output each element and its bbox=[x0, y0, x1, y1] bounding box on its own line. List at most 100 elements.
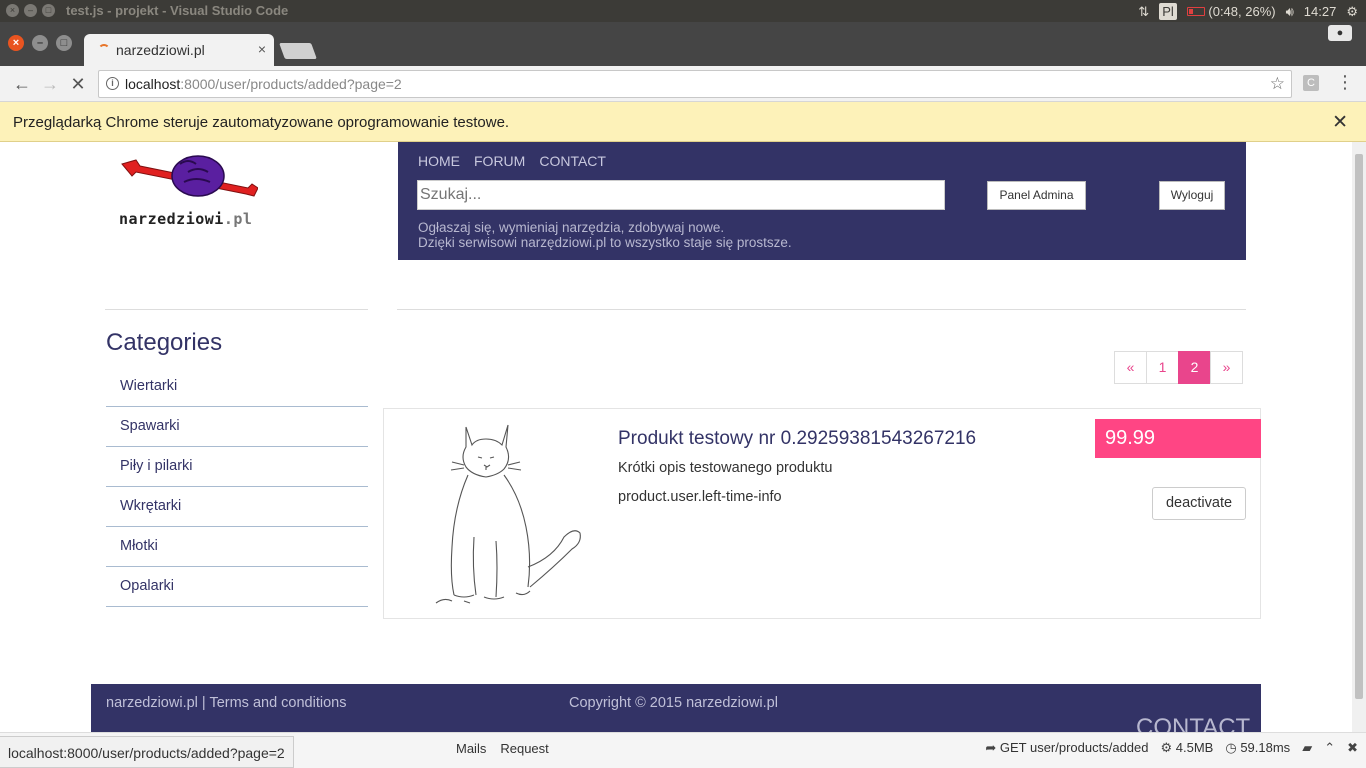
automation-infobar: Przeglądarką Chrome steruje zautomatyzow… bbox=[0, 102, 1366, 142]
extension-icon[interactable]: C bbox=[1303, 75, 1319, 91]
footer-copyright: Copyright © 2015 narzedziowi.pl bbox=[569, 695, 778, 711]
address-bar[interactable]: i localhost:8000/user/products/added?pag… bbox=[98, 70, 1292, 98]
product-time-info: product.user.left-time-info bbox=[618, 489, 782, 505]
browser-maximize-icon[interactable]: □ bbox=[56, 35, 72, 51]
scrollbar-thumb[interactable] bbox=[1355, 154, 1363, 699]
os-close-icon[interactable]: × bbox=[6, 4, 19, 17]
battery-text: (0:48, 26%) bbox=[1208, 4, 1276, 19]
url-host: localhost bbox=[125, 76, 181, 92]
site-logo[interactable]: narzedziowi.pl bbox=[118, 150, 259, 228]
network-icon[interactable]: ⇅ bbox=[1138, 4, 1149, 20]
status-bubble-url: localhost:8000/user/products/added?page=… bbox=[0, 736, 294, 768]
pagination-page-2[interactable]: 2 bbox=[1178, 351, 1211, 384]
site-footer: narzedziowi.pl | Terms and conditions Co… bbox=[91, 684, 1261, 732]
product-price: 99.99 bbox=[1095, 419, 1261, 458]
os-window-buttons: × – □ bbox=[6, 4, 55, 17]
route-info[interactable]: ➦ GET user/products/added bbox=[985, 740, 1148, 756]
stop-loading-icon[interactable]: ✕ bbox=[66, 72, 90, 96]
category-item-wiertarki[interactable]: Wiertarki bbox=[106, 367, 368, 407]
sidebar-divider bbox=[105, 309, 368, 310]
profile-icon[interactable]: ● bbox=[1328, 25, 1352, 41]
category-item-wkretarki[interactable]: Wkrętarki bbox=[106, 487, 368, 527]
category-item-pily[interactable]: Piły i pilarki bbox=[106, 447, 368, 487]
settings-gear-icon[interactable]: ⚙ bbox=[1346, 4, 1358, 20]
url-text[interactable]: localhost:8000/user/products/added?page=… bbox=[125, 76, 402, 92]
tagline-line-2: Dzięki serwisowi narzędziowi.pl to wszys… bbox=[418, 235, 792, 250]
new-tab-button[interactable] bbox=[279, 43, 317, 59]
url-path: :8000/user/products/added?page=2 bbox=[180, 76, 402, 92]
nav-contact-link[interactable]: CONTACT bbox=[539, 153, 606, 169]
debug-tab-mails[interactable]: Mails bbox=[456, 741, 486, 756]
keyboard-layout-indicator[interactable]: Pl bbox=[1159, 3, 1177, 20]
back-arrow-icon[interactable]: ← bbox=[10, 72, 34, 96]
nav-home-link[interactable]: HOME bbox=[418, 153, 460, 169]
tab-close-icon[interactable]: × bbox=[258, 41, 266, 57]
bookmark-star-icon[interactable]: ☆ bbox=[1270, 74, 1285, 94]
product-description: Krótki opis testowanego produktu bbox=[618, 460, 833, 476]
system-tray: ⇅ Pl (0:48, 26%) 🔊︎ 14:27 ⚙ bbox=[1138, 3, 1358, 20]
gears-icon: ⚙ bbox=[1160, 740, 1173, 755]
product-card: Produkt testowy nr 0.29259381543267216 K… bbox=[383, 408, 1261, 619]
categories-heading: Categories bbox=[106, 329, 223, 356]
share-arrow-icon: ➦ bbox=[985, 740, 997, 755]
browser-toolbar: ← → ✕ i localhost:8000/user/products/add… bbox=[0, 66, 1366, 102]
os-maximize-icon[interactable]: □ bbox=[42, 4, 55, 17]
debug-tabs: Mails Request bbox=[456, 741, 549, 756]
content-divider bbox=[397, 309, 1246, 310]
page-scrollbar[interactable] bbox=[1352, 142, 1366, 732]
memory-info[interactable]: ⚙ 4.5MB bbox=[1160, 740, 1213, 756]
site-info-icon[interactable]: i bbox=[106, 77, 119, 90]
category-item-mlotki[interactable]: Młotki bbox=[106, 527, 368, 567]
browser-menu-icon[interactable]: ⋮ bbox=[1336, 72, 1354, 93]
page-viewport: narzedziowi.pl HOME FORUM CONTACT Panel … bbox=[0, 142, 1366, 732]
os-minimize-icon[interactable]: – bbox=[24, 4, 37, 17]
browser-minimize-icon[interactable]: – bbox=[32, 35, 48, 51]
logo-suffix: .pl bbox=[223, 210, 253, 228]
product-image[interactable] bbox=[424, 417, 584, 607]
categories-list: Wiertarki Spawarki Piły i pilarki Wkręta… bbox=[106, 367, 368, 607]
wrench-logo-icon bbox=[121, 155, 259, 197]
nav-forum-link[interactable]: FORUM bbox=[474, 153, 525, 169]
volume-icon[interactable]: 🔊︎ bbox=[1286, 4, 1294, 20]
browser-tabstrip: × – □ narzedziowi.pl × ● bbox=[0, 22, 1366, 66]
deactivate-button[interactable]: deactivate bbox=[1152, 487, 1246, 520]
pagination-next[interactable]: » bbox=[1210, 351, 1243, 384]
battery-icon bbox=[1186, 7, 1205, 16]
logo-text: narzedziowi.pl bbox=[119, 210, 252, 228]
infobar-close-icon[interactable]: ✕ bbox=[1332, 111, 1348, 134]
infobar-message: Przeglądarką Chrome steruje zautomatyzow… bbox=[13, 114, 510, 131]
site-header: HOME FORUM CONTACT Panel Admina Wyloguj … bbox=[398, 142, 1246, 260]
product-title[interactable]: Produkt testowy nr 0.29259381543267216 bbox=[618, 428, 976, 450]
time-info[interactable]: ◷ 59.18ms bbox=[1225, 740, 1290, 756]
logout-button[interactable]: Wyloguj bbox=[1159, 181, 1225, 210]
footer-contact-heading: CONTACT bbox=[1136, 714, 1251, 732]
folder-open-icon[interactable]: ▰ bbox=[1302, 740, 1312, 756]
memory-text: 4.5MB bbox=[1175, 740, 1214, 755]
battery-indicator[interactable]: (0:48, 26%) bbox=[1186, 4, 1276, 19]
forward-arrow-icon[interactable]: → bbox=[38, 72, 62, 96]
chevron-up-icon[interactable]: ⌃ bbox=[1324, 740, 1335, 756]
search-input[interactable] bbox=[417, 180, 945, 210]
pagination-page-1[interactable]: 1 bbox=[1146, 351, 1179, 384]
loading-spinner-icon bbox=[98, 44, 110, 56]
pagination-prev[interactable]: « bbox=[1114, 351, 1147, 384]
tab-title: narzedziowi.pl bbox=[116, 42, 205, 58]
close-icon[interactable]: ✖ bbox=[1347, 740, 1358, 756]
debug-toolbar: localhost:8000/user/products/added?page=… bbox=[0, 732, 1366, 768]
pagination: « 1 2 » bbox=[1114, 351, 1243, 384]
category-item-opalarki[interactable]: Opalarki bbox=[106, 567, 368, 607]
debug-tab-request[interactable]: Request bbox=[500, 741, 548, 756]
browser-close-icon[interactable]: × bbox=[8, 35, 24, 51]
route-text: GET user/products/added bbox=[999, 740, 1149, 755]
footer-links[interactable]: narzedziowi.pl | Terms and conditions bbox=[106, 695, 346, 711]
logo-name: narzedziowi bbox=[119, 210, 224, 228]
debug-metrics: ➦ GET user/products/added ⚙ 4.5MB ◷ 59.1… bbox=[985, 740, 1358, 756]
clock-icon: ◷ bbox=[1225, 740, 1237, 755]
admin-panel-button[interactable]: Panel Admina bbox=[987, 181, 1086, 210]
browser-window-buttons: × – □ bbox=[8, 35, 72, 51]
browser-tab-active[interactable]: narzedziowi.pl × bbox=[84, 34, 274, 66]
clock[interactable]: 14:27 bbox=[1304, 4, 1337, 19]
main-nav: HOME FORUM CONTACT bbox=[418, 153, 606, 169]
site-tagline: Ogłaszaj się, wymieniaj narzędzia, zdoby… bbox=[418, 220, 792, 250]
category-item-spawarki[interactable]: Spawarki bbox=[106, 407, 368, 447]
